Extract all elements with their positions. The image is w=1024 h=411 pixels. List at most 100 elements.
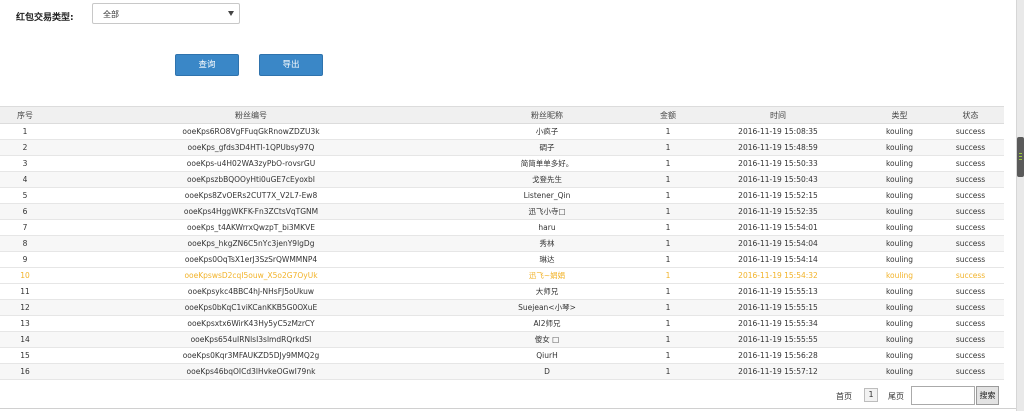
cell-time: 2016-11-19 15:55:15 <box>694 299 862 316</box>
cell-time: 2016-11-19 15:54:04 <box>694 235 862 252</box>
page: 红包交易类型: 全部 查询 导出 序号 粉丝编号 粉丝昵称 金额 时间 类型 状… <box>0 0 1016 411</box>
cell-status: success <box>937 331 1004 348</box>
scrollbar-thumb[interactable] <box>1017 137 1024 177</box>
cell-nickname: Suejean<小琴> <box>452 299 642 316</box>
cell-fan-id: ooeKps6RO8VgFFuqGkRnowZDZU3k <box>50 123 452 140</box>
cell-fan-id: ooeKpsxtx6WirK43Hy5yC5zMzrCY <box>50 315 452 332</box>
cell-type: kouling <box>862 347 937 364</box>
chevron-down-icon <box>228 11 234 16</box>
cell-fan-id: ooeKpszbBQOOyHti0uGE7cEyoxbI <box>50 171 452 188</box>
page-jump-input[interactable] <box>911 386 975 405</box>
cell-amount: 1 <box>642 251 694 268</box>
table-row[interactable]: 16 ooeKps46bqOICd3lHvkeOGwI79nk D 1 2016-11-… <box>0 363 1004 380</box>
query-button[interactable]: 查询 <box>175 54 239 76</box>
cell-type: kouling <box>862 331 937 348</box>
cell-nickname: Listener_Qin <box>452 187 642 204</box>
cell-amount: 1 <box>642 331 694 348</box>
cell-time: 2016-11-19 15:54:32 <box>694 267 862 284</box>
export-button[interactable]: 导出 <box>259 54 323 76</box>
cell-time: 2016-11-19 15:52:15 <box>694 187 862 204</box>
cell-time: 2016-11-19 15:54:14 <box>694 251 862 268</box>
search-button[interactable]: 搜索 <box>976 386 999 405</box>
table-row[interactable]: 10 ooeKpswsD2cqI5ouw_X5o2G7OyUk 迅飞~娟娟 1 2016… <box>0 267 1004 284</box>
cell-index: 10 <box>0 267 50 284</box>
col-header-amount[interactable]: 金额 <box>642 106 694 124</box>
cell-amount: 1 <box>642 155 694 172</box>
col-header-type[interactable]: 类型 <box>862 106 937 124</box>
cell-nickname: 小疯子 <box>452 123 642 140</box>
table-row[interactable]: 14 ooeKps654uIRNlsI3slmdRQrkdSI 傻女 □ 1 2016-… <box>0 331 1004 348</box>
col-header-nickname[interactable]: 粉丝昵称 <box>452 106 642 124</box>
cell-status: success <box>937 139 1004 156</box>
transaction-type-value: 全部 <box>103 10 119 19</box>
cell-index: 3 <box>0 155 50 172</box>
cell-amount: 1 <box>642 187 694 204</box>
col-header-time[interactable]: 时间 <box>694 106 862 124</box>
cell-nickname: D <box>452 363 642 380</box>
cell-status: success <box>937 235 1004 252</box>
transaction-type-select[interactable]: 全部 <box>92 3 240 24</box>
pagination: 首页 1 尾页 搜索 <box>0 386 1004 406</box>
cell-type: kouling <box>862 267 937 284</box>
page-number-current[interactable]: 1 <box>864 388 878 402</box>
table-row[interactable]: 1 ooeKps6RO8VgFFuqGkRnowZDZU3k 小疯子 1 2016-11… <box>0 123 1004 140</box>
table-row[interactable]: 15 ooeKps0Kqr3MFAUKZD5DJy9MMQ2g QiurH 1 2016… <box>0 347 1004 364</box>
cell-fan-id: ooeKps0OqTsX1erJ3SzSrQWMMNP4 <box>50 251 452 268</box>
table-row[interactable]: 8 ooeKps_hkgZN6C5nYc3jenY9lgDg 秀林 1 2016-11-… <box>0 235 1004 252</box>
table-row[interactable]: 12 ooeKps0bKqC1viKCanKKB5G0OXuE Suejean<小琴… <box>0 299 1004 316</box>
cell-time: 2016-11-19 15:52:35 <box>694 203 862 220</box>
cell-time: 2016-11-19 15:55:13 <box>694 283 862 300</box>
cell-type: kouling <box>862 235 937 252</box>
cell-fan-id: ooeKpswsD2cqI5ouw_X5o2G7OyUk <box>50 267 452 284</box>
cell-status: success <box>937 283 1004 300</box>
col-header-status[interactable]: 状态 <box>937 106 1004 124</box>
cell-type: kouling <box>862 299 937 316</box>
cell-amount: 1 <box>642 123 694 140</box>
table-body: 1 ooeKps6RO8VgFFuqGkRnowZDZU3k 小疯子 1 2016-11… <box>0 123 1004 380</box>
table-row[interactable]: 11 ooeKpsykc4BBC4hJ-NHsFJ5oUkuw 大师兄 1 2016-1… <box>0 283 1004 300</box>
cell-amount: 1 <box>642 139 694 156</box>
cell-nickname: 戈登先生 <box>452 171 642 188</box>
table-row[interactable]: 3 ooeKps-u4H02WA3zyPbO-rovsrGU 简简单单多好。 1 201… <box>0 155 1004 172</box>
last-page-link[interactable]: 尾页 <box>888 391 904 402</box>
cell-type: kouling <box>862 123 937 140</box>
cell-status: success <box>937 251 1004 268</box>
table-row[interactable]: 6 ooeKps4HggWKFK-Fn3ZCtsVqTGNM 迅飞小寺□ 1 2016-… <box>0 203 1004 220</box>
cell-index: 12 <box>0 299 50 316</box>
table-row[interactable]: 5 ooeKps8ZvOERs2CUT7X_V2L7-Ew8 Listener_Qi… <box>0 187 1004 204</box>
col-header-index[interactable]: 序号 <box>0 106 50 124</box>
cell-status: success <box>937 347 1004 364</box>
cell-status: success <box>937 171 1004 188</box>
cell-type: kouling <box>862 203 937 220</box>
cell-status: success <box>937 299 1004 316</box>
cell-type: kouling <box>862 251 937 268</box>
grip-icon <box>1019 159 1022 160</box>
cell-index: 16 <box>0 363 50 380</box>
cell-time: 2016-11-19 15:57:12 <box>694 363 862 380</box>
cell-index: 7 <box>0 219 50 236</box>
cell-type: kouling <box>862 171 937 188</box>
table-row[interactable]: 4 ooeKpszbBQOOyHti0uGE7cEyoxbI 戈登先生 1 2016-1… <box>0 171 1004 188</box>
red-packet-table: 序号 粉丝编号 粉丝昵称 金额 时间 类型 状态 1 ooeKps6RO8VgFF… <box>0 106 1004 380</box>
table-row[interactable]: 2 ooeKps_gfds3D4HTI-1QPUbsy97Q 碉子 1 2016-11-… <box>0 139 1004 156</box>
table-row[interactable]: 9 ooeKps0OqTsX1erJ3SzSrQWMMNP4 琳达 1 2016-11-… <box>0 251 1004 268</box>
cell-fan-id: ooeKps4HggWKFK-Fn3ZCtsVqTGNM <box>50 203 452 220</box>
cell-index: 9 <box>0 251 50 268</box>
first-page-link[interactable]: 首页 <box>836 391 852 402</box>
table-row[interactable]: 13 ooeKpsxtx6WirK43Hy5yC5zMzrCY Al2师兄 1 2016… <box>0 315 1004 332</box>
cell-amount: 1 <box>642 315 694 332</box>
table-row[interactable]: 7 ooeKps_t4AKWrrxQwzpT_bi3MKVE haru 1 2016-1… <box>0 219 1004 236</box>
cell-status: success <box>937 267 1004 284</box>
cell-time: 2016-11-19 15:54:01 <box>694 219 862 236</box>
cell-time: 2016-11-19 15:55:34 <box>694 315 862 332</box>
cell-fan-id: ooeKps_t4AKWrrxQwzpT_bi3MKVE <box>50 219 452 236</box>
vertical-scrollbar[interactable] <box>1016 0 1024 411</box>
cell-type: kouling <box>862 363 937 380</box>
cell-fan-id: ooeKps0bKqC1viKCanKKB5G0OXuE <box>50 299 452 316</box>
cell-type: kouling <box>862 155 937 172</box>
cell-nickname: 琳达 <box>452 251 642 268</box>
cell-nickname: 秀林 <box>452 235 642 252</box>
cell-type: kouling <box>862 139 937 156</box>
cell-fan-id: ooeKps-u4H02WA3zyPbO-rovsrGU <box>50 155 452 172</box>
col-header-fan-id[interactable]: 粉丝编号 <box>50 106 452 124</box>
